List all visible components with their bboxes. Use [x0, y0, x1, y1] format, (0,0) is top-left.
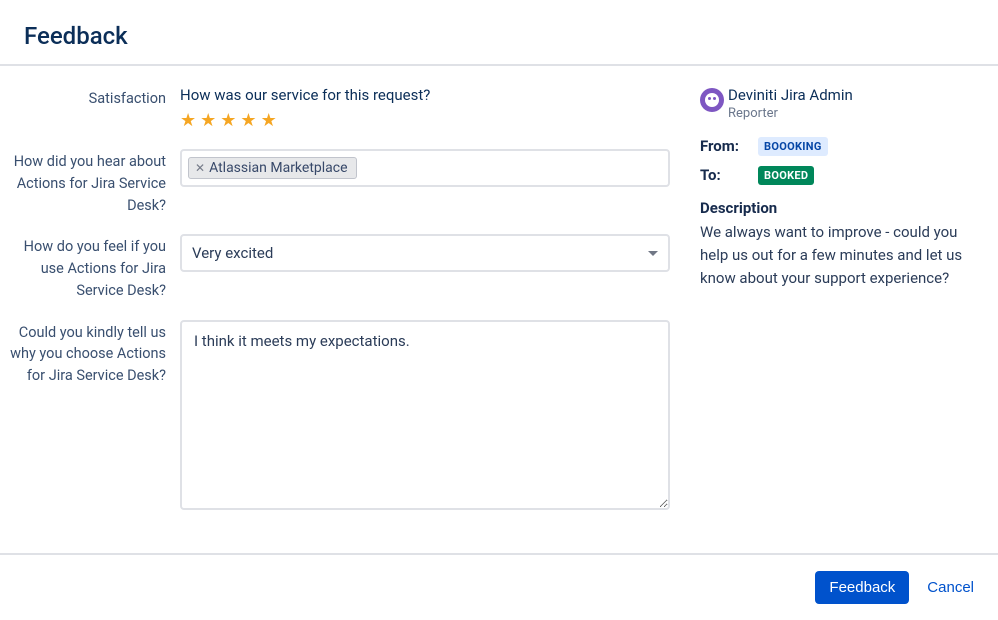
why-choose-row: Could you kindly tell us why you choose …	[0, 320, 690, 514]
from-status-lozenge: BOOOKING	[758, 137, 828, 156]
to-status-lozenge: BOOKED	[758, 166, 814, 185]
feel-value: Very excited	[192, 244, 273, 262]
form-column: Satisfaction How was our service for thi…	[0, 86, 690, 514]
star-icon[interactable]: ★	[180, 110, 196, 131]
star-icon[interactable]: ★	[240, 110, 256, 131]
status-to-row: To: BOOKED	[700, 166, 978, 185]
why-choose-label: Could you kindly tell us why you choose …	[0, 320, 180, 387]
feedback-button[interactable]: Feedback	[815, 571, 909, 604]
content-area: Satisfaction How was our service for thi…	[0, 66, 998, 514]
tag-remove-icon[interactable]: ✕	[195, 161, 205, 175]
footer: Feedback Cancel	[0, 553, 998, 620]
star-icon[interactable]: ★	[220, 110, 236, 131]
feel-label: How do you feel if you use Actions for J…	[0, 234, 180, 301]
reporter-role: Reporter	[728, 106, 853, 121]
feel-row: How do you feel if you use Actions for J…	[0, 234, 690, 301]
tag-atlassian-marketplace: ✕ Atlassian Marketplace	[188, 157, 357, 179]
feel-select[interactable]: Very excited	[180, 234, 670, 272]
description-heading: Description	[700, 199, 978, 217]
hear-about-input[interactable]: ✕ Atlassian Marketplace	[180, 149, 670, 187]
satisfaction-label: Satisfaction	[0, 86, 180, 110]
avatar	[700, 88, 724, 112]
description-body: We always want to improve - could you he…	[700, 221, 978, 291]
star-icon[interactable]: ★	[261, 110, 277, 131]
page-title: Feedback	[0, 0, 998, 64]
tag-label: Atlassian Marketplace	[209, 160, 347, 176]
cancel-button[interactable]: Cancel	[927, 579, 974, 596]
hear-about-label: How did you hear about Actions for Jira …	[0, 149, 180, 216]
why-choose-textarea[interactable]	[180, 320, 670, 510]
star-icon[interactable]: ★	[200, 110, 216, 131]
satisfaction-question: How was our service for this request?	[180, 86, 670, 104]
chevron-down-icon	[648, 251, 658, 256]
star-rating[interactable]: ★ ★ ★ ★ ★	[180, 110, 670, 131]
from-label: From:	[700, 137, 748, 155]
side-column: Deviniti Jira Admin Reporter From: BOOOK…	[690, 86, 998, 514]
satisfaction-row: Satisfaction How was our service for thi…	[0, 86, 690, 131]
reporter-name: Deviniti Jira Admin	[728, 86, 853, 106]
hear-about-row: How did you hear about Actions for Jira …	[0, 149, 690, 216]
reporter-block: Deviniti Jira Admin Reporter	[700, 86, 978, 121]
status-from-row: From: BOOOKING	[700, 137, 978, 156]
to-label: To:	[700, 166, 748, 184]
